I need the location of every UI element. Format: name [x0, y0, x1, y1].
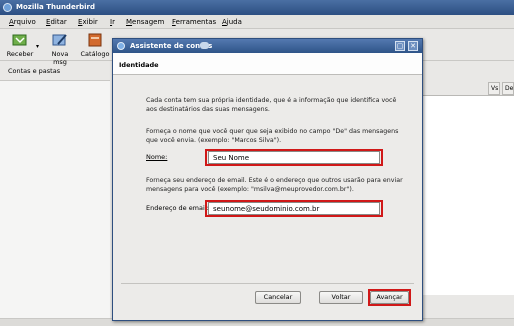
menu-arquivo[interactable]: Arquivo: [9, 18, 36, 26]
receive-label: Receber: [6, 50, 34, 58]
address-book-button[interactable]: Catálogo: [79, 32, 111, 58]
main-window-title: Mozilla Thunderbird: [16, 3, 96, 11]
menubar: Arquivo Editar Exibir Ir Mensagem Ferram…: [0, 15, 514, 29]
menu-ajuda[interactable]: Ajuda: [222, 18, 242, 26]
thunderbird-app-icon: [3, 3, 12, 12]
next-button[interactable]: Avançar: [370, 291, 409, 304]
close-button[interactable]: ✕: [408, 41, 418, 51]
dialog-body: Cada conta tem sua própria identidade, q…: [113, 76, 422, 294]
dialog-titlebar: Assistente de contas ▢ ✕: [113, 39, 422, 53]
name-help-text: Forneça o nome que você quer que seja ex…: [146, 128, 399, 144]
folder-pane[interactable]: [0, 81, 110, 326]
mail-cloud-icon: [200, 42, 209, 49]
receive-button[interactable]: Receber: [5, 32, 35, 58]
dialog-page-header: Identidade: [113, 53, 422, 75]
dialog-app-icon: [117, 42, 125, 50]
folder-pane-header: Contas e pastas: [0, 61, 110, 81]
column-header-read[interactable]: Vs: [488, 82, 500, 95]
main-titlebar: Mozilla Thunderbird: [0, 0, 514, 15]
page-title: Identidade: [119, 61, 159, 69]
email-field[interactable]: [208, 202, 380, 215]
name-label-text: Nome:: [146, 153, 168, 161]
receive-dropdown-arrow-icon[interactable]: ▾: [36, 43, 39, 50]
intro-text: Cada conta tem sua própria identidade, q…: [146, 97, 397, 113]
address-book-icon: [88, 33, 102, 47]
menu-ferramentas[interactable]: Ferramentas: [172, 18, 216, 26]
compose-icon: [52, 34, 67, 46]
name-label: Nome:: [146, 153, 167, 161]
menu-mensagem[interactable]: Mensagem: [126, 18, 164, 26]
menu-editar[interactable]: Editar: [46, 18, 67, 26]
menu-exibir[interactable]: Exibir: [78, 18, 98, 26]
receive-mail-icon: [12, 34, 27, 46]
dialog-separator: [121, 283, 414, 284]
back-button[interactable]: Voltar: [319, 291, 363, 304]
address-book-label: Catálogo: [80, 50, 110, 58]
cancel-button[interactable]: Cancelar: [255, 291, 301, 304]
column-header-from[interactable]: De: [502, 82, 514, 95]
message-list[interactable]: [422, 95, 514, 295]
account-wizard-dialog: Assistente de contas ▢ ✕ Identidade Cada…: [112, 38, 423, 321]
message-area: Vs De: [422, 61, 514, 326]
email-help-text: Forneça seu endereço de email. Este é o …: [146, 177, 403, 193]
menu-ir[interactable]: Ir: [110, 18, 115, 26]
maximize-button[interactable]: ▢: [395, 41, 405, 51]
name-field[interactable]: [208, 151, 380, 164]
email-label: Endereço de email:: [146, 204, 209, 212]
